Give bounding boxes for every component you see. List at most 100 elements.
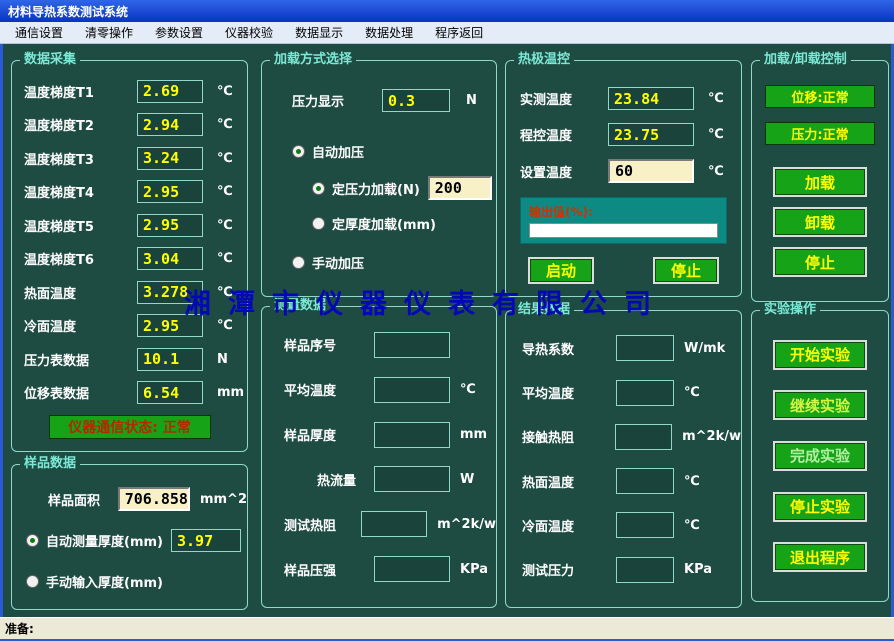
acq-unit: mm [217,385,244,400]
meas-value-field [361,511,427,537]
meas-row-thickness: 样品厚度 mm [262,422,496,448]
acq-unit: ℃ [217,184,233,199]
pressure-display-row: 压力显示 0.3 N [292,89,496,112]
result-row-conductivity: 导热系数 W/mk [506,335,741,361]
acq-label: 压力表数据 [24,350,137,369]
panel-hot-pole-control: 热极温控 实测温度 23.84 ℃ 程控温度 23.75 ℃ 设置温度 60 ℃… [505,60,742,297]
panel-title-result-data: 结果数据 [514,302,574,318]
panel-title-measurement-data: 测量数据 [270,298,330,314]
acq-unit: N [217,352,228,367]
result-label: 热面温度 [522,472,616,491]
app-window: 材料导热系数测试系统 通信设置 清零操作 参数设置 仪器校验 数据显示 数据处理… [0,0,894,641]
menu-parameter-settings[interactable]: 参数设置 [144,21,214,44]
menu-zero-operation[interactable]: 清零操作 [74,21,144,44]
menu-instrument-calibration[interactable]: 仪器校验 [214,21,284,44]
acq-label: 热面温度 [24,283,137,302]
output-value-label: 输出值(%): [529,203,718,220]
pressure-display-label: 压力显示 [292,91,382,110]
acq-value-field: 6.54 [137,381,203,404]
meas-label: 样品厚度 [284,425,374,444]
menu-program-return[interactable]: 程序返回 [424,21,494,44]
menu-data-display[interactable]: 数据显示 [284,21,354,44]
manual-pressurize-row: 手动加压 [292,253,496,272]
acq-value-field: 3.04 [137,247,203,270]
acq-label: 温度梯度T6 [24,249,137,268]
const-thickness-radio[interactable] [312,217,325,230]
pressure-display-unit: N [466,93,477,108]
set-temp-input[interactable]: 60 [608,159,694,183]
acq-unit: ℃ [217,151,233,166]
programmed-temp-field: 23.75 [608,123,694,146]
panel-measurement-data: 测量数据 样品序号 平均温度 ℃ 样品厚度 mm 热流量 W [261,306,497,608]
result-label: 接触热阻 [522,427,615,446]
manual-thickness-row: 手动输入厚度(mm) [26,572,247,591]
acq-unit: ℃ [217,318,233,333]
acq-value-field: 2.69 [137,80,203,103]
manual-pressurize-radio[interactable] [292,256,305,269]
result-value-field [616,335,674,361]
result-label: 导热系数 [522,339,616,358]
result-unit: KPa [684,562,712,577]
acq-value-field: 3.24 [137,147,203,170]
hot-unit: ℃ [708,91,724,106]
acq-value-field: 3.278 [137,281,203,304]
acq-label: 温度梯度T5 [24,216,137,235]
auto-thickness-radio[interactable] [26,534,39,547]
stop-button[interactable]: 停止 [653,257,719,284]
hot-unit: ℃ [708,164,724,179]
result-row-contact-resistance: 接触热阻 m^2k/w [506,424,741,450]
stop-experiment-button[interactable]: 停止实验 [773,492,867,522]
sample-area-input[interactable]: 706.858 [118,487,190,511]
result-value-field [616,512,674,538]
result-label: 平均温度 [522,383,616,402]
meas-row-heat-flow: 热流量 W [262,466,496,492]
manual-thickness-radio[interactable] [26,575,39,588]
acq-row-pressure-gauge: 压力表数据 10.1 N [12,348,247,371]
const-pressure-input[interactable]: 200 [428,176,492,200]
continue-experiment-button[interactable]: 继续实验 [773,390,867,420]
meas-value-field [374,422,450,448]
start-button[interactable]: 启动 [528,257,594,284]
auto-pressurize-row: 自动加压 [292,142,496,161]
hot-unit: ℃ [708,127,724,142]
acq-label: 温度梯度T3 [24,149,137,168]
meas-unit: mm [460,427,487,442]
meas-label: 样品压强 [284,560,374,579]
acq-label: 冷面温度 [24,316,137,335]
meas-row-sample-pressure: 样品压强 KPa [262,556,496,582]
unload-button[interactable]: 卸载 [773,207,867,237]
status-bar: 准备: [0,617,894,641]
acq-row-t5: 温度梯度T5 2.95 ℃ [12,214,247,237]
exit-program-button[interactable]: 退出程序 [773,542,867,572]
const-thickness-row: 定厚度加载(mm) [312,214,496,233]
auto-pressurize-label: 自动加压 [312,142,364,161]
menu-comm-settings[interactable]: 通信设置 [4,21,74,44]
hot-row-measured-temp: 实测温度 23.84 ℃ [520,87,741,110]
load-button[interactable]: 加载 [773,167,867,197]
acq-row-t4: 温度梯度T4 2.95 ℃ [12,180,247,203]
menu-data-processing[interactable]: 数据处理 [354,21,424,44]
pressure-display-field: 0.3 [382,89,450,112]
halt-button[interactable]: 停止 [773,247,867,277]
measured-temp-field: 23.84 [608,87,694,110]
meas-label: 测试热阻 [284,515,361,534]
meas-unit: ℃ [460,382,476,397]
hot-label: 程控温度 [520,125,608,144]
panel-result-data: 结果数据 导热系数 W/mk 平均温度 ℃ 接触热阻 m^2k/w 热面温度 ℃ [505,310,742,608]
acq-unit: ℃ [217,84,233,99]
panel-title-experiment-ops: 实验操作 [760,302,820,318]
acq-unit: ℃ [217,117,233,132]
start-experiment-button[interactable]: 开始实验 [773,340,867,370]
auto-pressurize-radio[interactable] [292,145,305,158]
const-pressure-radio[interactable] [312,182,325,195]
auto-thickness-label: 自动测量厚度(mm) [46,531,163,550]
finish-experiment-button[interactable]: 完成实验 [773,441,867,471]
acq-row-displacement-gauge: 位移表数据 6.54 mm [12,381,247,404]
acq-row-t3: 温度梯度T3 3.24 ℃ [12,147,247,170]
meas-label: 热流量 [284,470,374,489]
menu-bar: 通信设置 清零操作 参数设置 仪器校验 数据显示 数据处理 程序返回 [0,22,894,44]
acq-row-t1: 温度梯度T1 2.69 ℃ [12,80,247,103]
result-value-field [616,557,674,583]
acq-value-field: 2.95 [137,180,203,203]
meas-row-sample-id: 样品序号 [262,332,496,358]
